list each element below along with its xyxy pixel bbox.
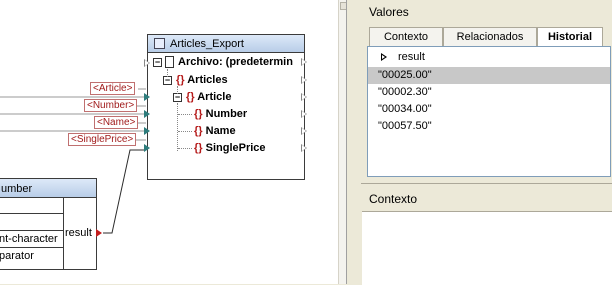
canvas-vertical-scrollbar[interactable] (338, 0, 346, 284)
pane-splitter[interactable] (347, 0, 361, 284)
scroll-up-arrow[interactable] (340, 2, 346, 10)
values-pane: Valores Contexto Relacionados Historial … (361, 0, 612, 180)
list-item[interactable]: "00057.50" (368, 118, 610, 135)
function-input-2[interactable] (0, 215, 63, 231)
function-input-3[interactable]: nt-character (0, 232, 63, 248)
list-item[interactable]: "00034.00" (368, 101, 610, 118)
tab-relacionados[interactable]: Relacionados (443, 27, 537, 46)
tag-singleprice: <SinglePrice> (68, 133, 137, 146)
values-pane-title: Valores (369, 5, 409, 19)
node-singleprice: {} SinglePrice (194, 142, 266, 154)
file-icon (165, 56, 174, 68)
schema-icon (154, 38, 165, 49)
node-number: {} Number (194, 108, 248, 120)
function-input-4[interactable]: parator (0, 249, 63, 265)
tab-historial[interactable]: Historial (537, 27, 603, 46)
port-in-number[interactable] (144, 110, 150, 118)
tag-number: <Number> (84, 99, 138, 112)
play-icon (381, 53, 387, 61)
context-content-area[interactable] (362, 211, 612, 285)
mapping-canvas[interactable]: <Article> <Number> <Name> <SinglePrice> … (0, 0, 347, 284)
function-header[interactable]: umber (0, 179, 96, 198)
values-tabs: Contexto Relacionados Historial (361, 27, 612, 46)
collapse-file-toggle[interactable]: − (153, 58, 162, 67)
component-articles-export[interactable]: Articles_Export − Archivo: (predetermin … (147, 34, 307, 180)
file-row: Archivo: (predetermin (178, 56, 293, 68)
element-icon: {} (176, 74, 185, 86)
component-header[interactable]: Articles_Export (148, 35, 304, 53)
port-out-singleprice[interactable] (301, 144, 307, 152)
function-title: umber (1, 183, 33, 195)
port-out-file[interactable] (301, 58, 307, 66)
tag-article: <Article> (90, 82, 136, 95)
function-format-number[interactable]: umber nt-character parator result (0, 178, 97, 270)
context-pane: Contexto (361, 183, 612, 285)
context-pane-title: Contexto (369, 192, 418, 206)
port-out-articles[interactable] (301, 76, 307, 84)
port-in-singleprice[interactable] (144, 144, 150, 152)
port-out-name[interactable] (301, 127, 307, 135)
node-article: {} Article (186, 91, 232, 103)
port-out-number[interactable] (301, 110, 307, 118)
wire-result-singleprice (103, 149, 146, 234)
collapse-article-toggle[interactable]: − (173, 93, 182, 102)
port-in-article[interactable] (144, 93, 150, 101)
list-item[interactable]: "00002.30" (368, 84, 610, 101)
element-icon: {} (194, 108, 203, 120)
port-in-articles[interactable] (144, 59, 150, 67)
node-name: {} Name (194, 125, 236, 137)
component-title: Articles_Export (170, 38, 244, 50)
port-out-article[interactable] (301, 93, 307, 101)
collapse-articles-toggle[interactable]: − (163, 76, 172, 85)
node-articles: {} Articles (176, 74, 228, 86)
element-icon: {} (194, 125, 203, 137)
element-icon: {} (194, 142, 203, 154)
function-input-1[interactable] (0, 198, 63, 214)
element-icon: {} (186, 91, 195, 103)
tab-contexto[interactable]: Contexto (369, 27, 443, 46)
port-out-result[interactable] (96, 229, 102, 237)
function-result-label: result (65, 227, 92, 239)
tag-name: <Name> (94, 116, 139, 129)
history-list[interactable]: result "00025.00" "00002.30" "00034.00" … (367, 46, 611, 177)
port-in-name[interactable] (144, 127, 150, 135)
list-header-result[interactable]: result (368, 49, 610, 66)
list-item[interactable]: "00025.00" (368, 67, 610, 84)
